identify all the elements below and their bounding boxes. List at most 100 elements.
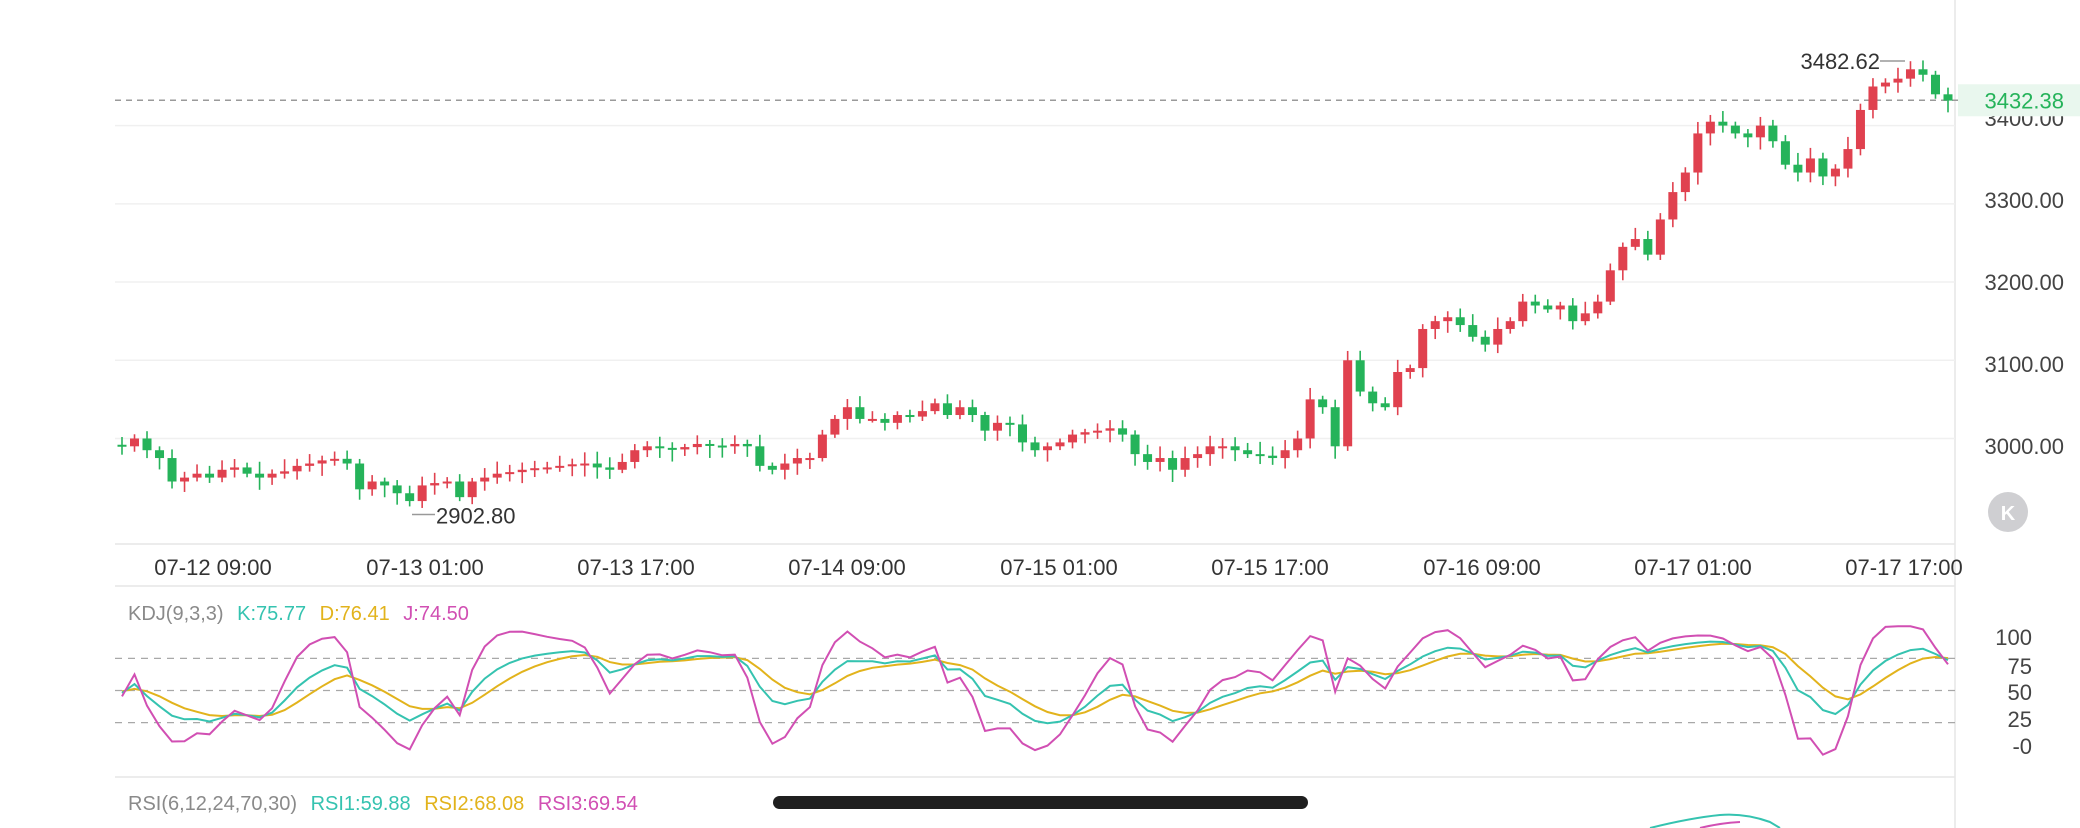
candle-body (1868, 86, 1878, 110)
candle-body (1293, 438, 1303, 451)
candle-body (880, 418, 890, 423)
candle-body (1930, 74, 1940, 95)
candle-body (1230, 446, 1240, 451)
kdj-tick-label: 100 (1995, 625, 2032, 650)
candle-body (1855, 109, 1865, 150)
time-axis: 07-12 09:00 07-13 01:00 07-13 17:00 07-1… (154, 555, 1962, 580)
candle-body (817, 434, 827, 459)
time-tick-label: 07-13 01:00 (366, 555, 483, 580)
rsi-label: RSI(6,12,24,70,30) (128, 793, 297, 815)
candle-body (567, 464, 577, 467)
kdj-d-value: D:76.41 (320, 603, 390, 625)
candle-body (417, 485, 427, 502)
candle-body (1668, 192, 1678, 220)
candle-body (892, 415, 902, 423)
candle-body (242, 467, 252, 474)
candle-body (630, 450, 640, 462)
candle-body (617, 461, 627, 470)
candle-body (1568, 305, 1578, 322)
candle-body (1905, 69, 1915, 79)
candle-body (1068, 434, 1078, 443)
rsi1-value: RSI1:59.88 (311, 793, 411, 815)
candle-body (917, 411, 927, 417)
rsi1-line (1649, 813, 1781, 828)
kdj-tick-label: 50 (2008, 680, 2032, 705)
candle-body (955, 407, 965, 416)
candle-body (717, 445, 727, 448)
candle-body (267, 473, 277, 478)
candle-body (405, 493, 415, 502)
candle-body (1818, 158, 1828, 177)
candle-body (1355, 360, 1365, 392)
candle-body (1693, 133, 1703, 173)
kline-toggle-button[interactable]: K (1988, 492, 2028, 532)
candles (117, 60, 1953, 508)
rsi3-line (1699, 821, 1741, 828)
candle-body (842, 407, 852, 419)
candle-body (1555, 305, 1565, 310)
candle-body (767, 465, 777, 470)
time-tick-label: 07-16 09:00 (1423, 555, 1540, 580)
candle-body (1493, 328, 1503, 345)
candle-body (905, 415, 915, 418)
candle-body (967, 407, 977, 416)
candle-body (430, 483, 440, 486)
candle-body (180, 477, 190, 482)
candle-body (1468, 325, 1478, 337)
kdj-k-value: K:75.77 (237, 603, 306, 625)
candle-body (1368, 391, 1378, 404)
candle-body (292, 465, 302, 472)
candle-body (1155, 458, 1165, 462)
candle-body (392, 485, 402, 494)
candle-body (942, 403, 952, 416)
candle-body (1268, 455, 1278, 459)
candle-body (1305, 399, 1315, 439)
candle-body (342, 458, 352, 464)
time-tick-label: 07-13 17:00 (577, 555, 694, 580)
candle-body (542, 467, 552, 470)
time-tick-label: 07-17 17:00 (1845, 555, 1962, 580)
high-marker-label: 3482.62 (1800, 49, 1880, 74)
kdj-indicator-legend: KDJ(9,3,3) K:75.77 D:76.41 J:74.50 (128, 603, 469, 625)
price-tick-label: 3300.00 (1984, 188, 2064, 213)
candle-body (1017, 424, 1027, 443)
candle-body (592, 463, 602, 468)
candle-body (930, 403, 940, 412)
candle-body (792, 458, 802, 464)
candle-body (492, 473, 502, 478)
candle-body (1105, 428, 1115, 431)
candle-body (505, 472, 515, 475)
candle-body (1893, 78, 1903, 83)
candle-body (855, 407, 865, 419)
candle-body (1455, 317, 1465, 326)
candle-body (1193, 454, 1203, 459)
kdj-axis: 100 75 50 25 -0 (1995, 625, 2032, 759)
candle-body (1093, 430, 1103, 433)
candle-body (1180, 458, 1190, 470)
candle-body (1943, 94, 1953, 101)
candle-body (1618, 246, 1628, 271)
candle-body (517, 469, 527, 473)
candle-body (867, 418, 877, 421)
candle-body (142, 438, 152, 451)
candle-body (1480, 336, 1490, 345)
candle-body (780, 463, 790, 470)
kdj-tick-label: 75 (2008, 654, 2032, 679)
candle-body (530, 468, 540, 471)
kdj-d-line (121, 642, 1949, 718)
candle-body (730, 443, 740, 447)
candle-body (1080, 432, 1090, 435)
time-tick-label: 07-15 01:00 (1000, 555, 1117, 580)
candle-body (1768, 125, 1778, 142)
candle-body (1005, 422, 1015, 425)
price-axis: 3400.00 3300.00 3200.00 3100.00 3000.00 (1984, 106, 2064, 459)
candle-body (742, 443, 752, 447)
candle-body (555, 465, 565, 468)
candle-body (580, 463, 590, 466)
candle-body (1505, 321, 1515, 329)
candle-body (230, 467, 240, 470)
candle-body (1118, 428, 1128, 435)
candle-body (255, 473, 265, 478)
candle-body (1630, 239, 1640, 247)
candle-body (1168, 458, 1178, 470)
